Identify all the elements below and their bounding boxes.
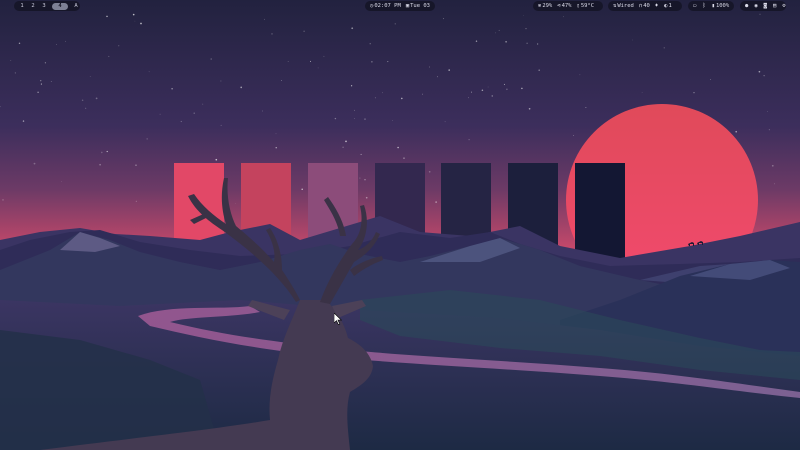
workspace-3[interactable]: 3 <box>41 3 47 10</box>
battery-icon: ▮ <box>711 3 715 9</box>
monitor-icon[interactable]: ▭ <box>693 3 696 9</box>
workspace-1[interactable]: 1 <box>19 3 25 10</box>
network-audio[interactable]: ⇅ Wired ∩ 40 ♦ ◐ 1 <box>608 1 682 11</box>
launcher-icon[interactable]: A <box>73 3 79 10</box>
device-status[interactable]: ▭ ᛒ ▮ 100% <box>688 1 734 11</box>
mouse-cursor-icon <box>334 313 342 325</box>
volume-level: 40 <box>643 3 650 9</box>
network-label: Wired <box>617 3 634 9</box>
system-tray: ● ◉ ◙ ▤ ⚙ <box>740 1 786 11</box>
calendar-icon: ▣ <box>405 3 410 9</box>
clock-icon: ◷ <box>370 3 374 9</box>
cpu-temp: 59°C <box>580 3 595 9</box>
clock-time: 02:07 PM <box>374 3 401 9</box>
network-icon: ⇅ <box>613 3 617 9</box>
cpu-usage: 29% <box>542 3 553 9</box>
desktop: 1 2 3 4 A ◷ 02:07 PM ▣ Tue 03 ⊗ 29% ⊲ 47… <box>0 0 800 450</box>
discord-icon[interactable]: ● <box>745 3 748 9</box>
microphone-icon[interactable]: ♦ <box>655 3 658 9</box>
wallpaper <box>0 0 800 450</box>
settings-icon[interactable]: ⚙ <box>782 3 785 9</box>
memory-usage: 47% <box>561 3 572 9</box>
battery-level: 100% <box>715 3 730 9</box>
brightness-icon: ◐ <box>664 3 668 9</box>
clock-widget[interactable]: ◷ 02:07 PM ▣ Tue 03 <box>365 1 435 11</box>
workspace-2[interactable]: 2 <box>30 3 36 10</box>
brightness-level: 1 <box>668 3 672 9</box>
system-stats[interactable]: ⊗ 29% ⊲ 47% ▯ 59°C <box>533 1 603 11</box>
steam-icon[interactable]: ◉ <box>754 3 757 9</box>
headphone-icon: ∩ <box>638 3 643 9</box>
cpu-icon: ⊗ <box>538 3 542 9</box>
thermometer-icon: ▯ <box>576 3 580 9</box>
memory-icon: ⊲ <box>557 3 561 9</box>
clock-date: Tue 03 <box>410 3 430 9</box>
workspace-switcher: 1 2 3 4 A <box>14 1 80 11</box>
workspace-4[interactable]: 4 <box>52 2 68 10</box>
bluetooth-icon[interactable]: ᛒ <box>702 3 705 9</box>
chat-icon[interactable]: ◙ <box>764 3 767 9</box>
files-icon[interactable]: ▤ <box>773 3 776 9</box>
